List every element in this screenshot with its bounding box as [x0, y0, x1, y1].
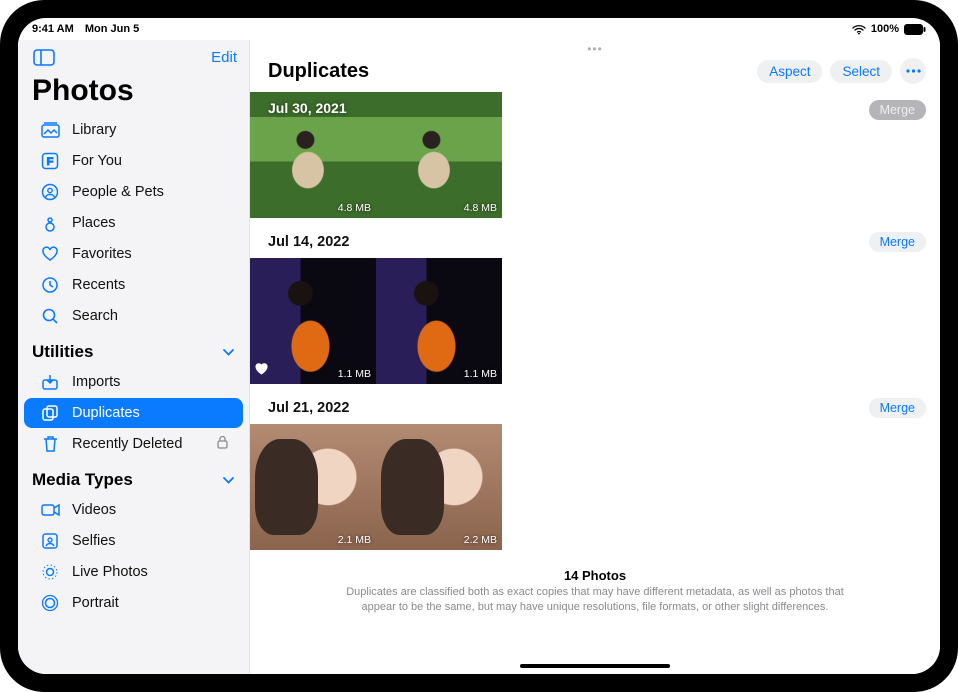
sidebar-item-duplicates[interactable]: Duplicates: [24, 398, 243, 428]
foryou-icon: F: [40, 151, 60, 171]
sidebar-item-selfies[interactable]: Selfies: [24, 526, 243, 556]
more-button[interactable]: [900, 58, 926, 84]
sidebar-item-foryou[interactable]: F For You: [24, 146, 243, 176]
photo-thumb[interactable]: 2.2 MB: [376, 424, 502, 550]
sidebar-item-recents[interactable]: Recents: [24, 270, 243, 300]
select-button[interactable]: Select: [830, 60, 892, 83]
size-badge: 2.2 MB: [464, 534, 497, 546]
sidebar-toggle-icon[interactable]: [30, 46, 58, 68]
duplicate-group: Jul 14, 2022 Merge 1.1 MB 1.1 MB: [250, 226, 940, 384]
battery-percent: 100%: [871, 23, 899, 35]
selfie-icon: [40, 531, 60, 551]
size-badge: 4.8 MB: [464, 202, 497, 214]
clock-icon: [40, 275, 60, 295]
duplicate-group: Jul 21, 2022 Merge 2.1 MB 2.2 MB: [250, 392, 940, 550]
size-badge: 2.1 MB: [338, 534, 371, 546]
sidebar-item-favorites[interactable]: Favorites: [24, 239, 243, 269]
battery-icon: [904, 24, 926, 35]
video-icon: [40, 500, 60, 520]
section-label: Media Types: [32, 470, 133, 490]
sidebar-item-label: Places: [72, 215, 116, 231]
group-date: Jul 30, 2021: [268, 100, 347, 116]
photo-thumb[interactable]: 1.1 MB: [376, 258, 502, 384]
merge-button[interactable]: Merge: [869, 398, 926, 418]
sidebar-item-recently-deleted[interactable]: Recently Deleted: [24, 429, 243, 459]
heart-icon: [40, 244, 60, 264]
sidebar-item-label: People & Pets: [72, 184, 164, 200]
chevron-down-icon: [222, 342, 235, 362]
sidebar-item-label: Imports: [72, 374, 120, 390]
lock-icon: [216, 435, 229, 454]
sidebar-item-label: Recently Deleted: [72, 436, 182, 452]
merge-button[interactable]: Merge: [869, 232, 926, 252]
people-icon: [40, 182, 60, 202]
sidebar-item-portrait[interactable]: Portrait: [24, 588, 243, 618]
footer-description: Duplicates are classified both as exact …: [330, 585, 860, 615]
section-utilities[interactable]: Utilities: [18, 332, 249, 366]
search-icon: [40, 306, 60, 326]
sidebar-item-search[interactable]: Search: [24, 301, 243, 331]
chevron-down-icon: [222, 470, 235, 490]
sidebar-item-label: Portrait: [72, 595, 119, 611]
library-icon: [40, 120, 60, 140]
sidebar-item-label: Videos: [72, 502, 116, 518]
section-label: Utilities: [32, 342, 93, 362]
portrait-icon: [40, 593, 60, 613]
duplicates-icon: [40, 403, 60, 423]
svg-text:F: F: [47, 156, 54, 168]
sidebar-item-label: Library: [72, 122, 116, 138]
import-icon: [40, 372, 60, 392]
size-badge: 1.1 MB: [338, 368, 371, 380]
group-date: Jul 14, 2022: [268, 234, 349, 250]
screen: 9:41 AM Mon Jun 5 100% Edit: [18, 18, 940, 674]
sidebar-item-label: Favorites: [72, 246, 132, 262]
sidebar-item-imports[interactable]: Imports: [24, 367, 243, 397]
ipad-frame: 9:41 AM Mon Jun 5 100% Edit: [0, 0, 958, 692]
app-title: Photos: [18, 70, 249, 114]
sidebar-item-library[interactable]: Library: [24, 115, 243, 145]
sidebar-item-livephotos[interactable]: Live Photos: [24, 557, 243, 587]
sidebar-item-label: Selfies: [72, 533, 116, 549]
group-date: Jul 21, 2022: [268, 400, 349, 416]
livephoto-icon: [40, 562, 60, 582]
sidebar: Edit Photos Library F For You People & P…: [18, 40, 250, 674]
places-icon: [40, 213, 60, 233]
sidebar-item-label: For You: [72, 153, 122, 169]
sidebar-item-people[interactable]: People & Pets: [24, 177, 243, 207]
main-content: ••• Duplicates Aspect Select Jul 30, 202…: [250, 40, 940, 674]
home-indicator[interactable]: [520, 664, 670, 668]
size-badge: 4.8 MB: [338, 202, 371, 214]
multitask-grabber[interactable]: •••: [587, 42, 603, 56]
status-bar: 9:41 AM Mon Jun 5 100%: [18, 18, 940, 40]
sidebar-item-label: Recents: [72, 277, 125, 293]
duplicate-group: Jul 30, 2021 Merge 4.8 MB 4.8 MB: [250, 92, 940, 218]
aspect-button[interactable]: Aspect: [757, 60, 822, 83]
summary-footer: 14 Photos Duplicates are classified both…: [250, 558, 940, 615]
sidebar-item-label: Search: [72, 308, 118, 324]
sidebar-item-label: Live Photos: [72, 564, 148, 580]
photo-count: 14 Photos: [330, 568, 860, 583]
photo-thumb[interactable]: 2.1 MB: [250, 424, 376, 550]
page-title: Duplicates: [268, 60, 369, 83]
status-date: Mon Jun 5: [85, 23, 139, 35]
section-mediatypes[interactable]: Media Types: [18, 460, 249, 494]
sidebar-item-label: Duplicates: [72, 405, 140, 421]
sidebar-item-videos[interactable]: Videos: [24, 495, 243, 525]
merge-button[interactable]: Merge: [869, 100, 926, 120]
status-time: 9:41 AM: [32, 23, 74, 35]
trash-icon: [40, 434, 60, 454]
size-badge: 1.1 MB: [464, 368, 497, 380]
favorite-icon: [255, 362, 268, 380]
photo-thumb[interactable]: 1.1 MB: [250, 258, 376, 384]
sidebar-item-places[interactable]: Places: [24, 208, 243, 238]
photo-thumb[interactable]: 4.8 MB: [376, 92, 502, 218]
wifi-icon: [852, 24, 866, 35]
edit-button[interactable]: Edit: [211, 49, 237, 66]
